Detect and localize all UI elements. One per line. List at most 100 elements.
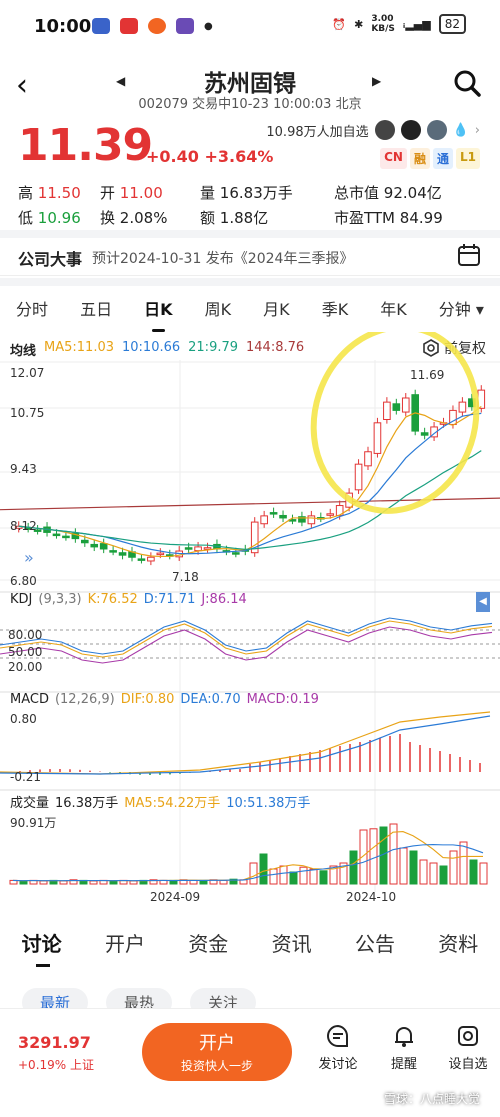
candle-body (156, 552, 165, 556)
app-icon (176, 18, 194, 34)
add-watchlist-button[interactable]: 设自选 (440, 1023, 496, 1072)
volume-bar (129, 880, 138, 885)
volume-bar (19, 880, 28, 885)
tab-quarterly[interactable]: 季K (322, 296, 349, 326)
stat-label: 高 (18, 184, 34, 202)
index-change: +0.19% 上证 (18, 1058, 94, 1072)
post-discussion-button[interactable]: 发讨论 (310, 1023, 366, 1072)
tab-monthly[interactable]: 月K (263, 296, 290, 326)
candle-body (184, 547, 193, 550)
tag-margin: 融 (409, 148, 430, 169)
app-icon (120, 18, 138, 34)
period-tabs: 分时 五日 日K 周K 月K 季K 年K 分钟 ▾ (0, 296, 500, 332)
date-axis-1: 2024-09 (150, 890, 201, 904)
event-title: 公司大事 (18, 250, 83, 269)
chart-grid (0, 360, 500, 892)
open-account-button[interactable]: 开户 投资快人一步 (142, 1023, 292, 1081)
net-speed: 3.00 KB/S (371, 14, 395, 34)
company-event[interactable]: 公司大事 预计2024-10-31 发布《2024年三季报》 (0, 236, 500, 276)
macd-params: (12,26,9) (54, 692, 115, 707)
stock-subtitle: 002079 交易中10-23 10:00:03 北京 (138, 97, 362, 112)
content-tabs: 讨论 开户 资金 资讯 公告 资料 (0, 928, 500, 967)
stat-label: 额 (200, 209, 216, 227)
stat-label: 总市值 (334, 184, 380, 202)
next-stock-icon[interactable]: ▶ (372, 74, 381, 88)
low-label: 7.18 (172, 570, 199, 584)
alert-button[interactable]: 提醒 (376, 1023, 432, 1072)
volume-bar (219, 879, 228, 885)
stat-amount: 1.88亿 (219, 209, 269, 227)
volume-bar (429, 862, 438, 885)
tab-open-account[interactable]: 开户 (105, 928, 145, 957)
candle-body (118, 552, 127, 556)
price-change: +0.40 +3.64% (146, 147, 274, 166)
price-axis-5: 6.80 (10, 574, 37, 588)
volume-bar (249, 862, 258, 885)
tab-daily[interactable]: 日K (144, 296, 173, 332)
stock-header: ‹ ◀ 苏州固锝 ▶ 002079 交易中10-23 10:00:03 北京 (0, 60, 500, 115)
index-value: 3291.97 (18, 1033, 91, 1052)
candle-body (326, 513, 335, 516)
price-axis-4: 8.12 (10, 519, 37, 533)
kdj-axis-80: 80.00 (8, 628, 43, 642)
stat-high: 11.50 (37, 184, 81, 202)
macd-label: MACD (10, 692, 49, 707)
candle-body (458, 401, 467, 413)
volume-bar (439, 865, 448, 885)
high-label: 11.69 (410, 368, 445, 382)
tab-5day[interactable]: 五日 (80, 296, 112, 326)
volume-bar (319, 870, 328, 885)
stat-label: 换 (100, 209, 116, 227)
tab-weekly[interactable]: 周K (205, 296, 232, 326)
volume-bar (479, 862, 488, 885)
candle-body (52, 533, 61, 537)
avatar (374, 120, 395, 140)
app-icon (92, 18, 110, 34)
collapse-icon[interactable]: ◀ (476, 592, 490, 612)
followers-row[interactable]: 10.98万人加自选 💧 › (266, 120, 480, 140)
volume-bar (59, 880, 68, 885)
bell-icon (395, 1027, 413, 1047)
signal-icon: ᵢ▂▄▆ (402, 17, 431, 31)
event-desc: 预计2024-10-31 发布《2024年三季报》 (92, 251, 354, 267)
tab-intraday[interactable]: 分时 (16, 296, 48, 326)
kdj-label: KDJ (10, 592, 33, 607)
current-price: 11.39 (18, 120, 153, 171)
volume-bar (259, 853, 268, 885)
status-bar: 10:00 ● ⏰ ✱ 3.00 KB/S ᵢ▂▄▆ 82 (0, 0, 500, 56)
volume-bar (419, 859, 428, 885)
candle-body (80, 539, 89, 544)
price-axis-2: 10.75 (10, 406, 45, 420)
search-icon[interactable] (452, 68, 482, 98)
candle-body (137, 558, 146, 561)
volume-bar (279, 865, 288, 885)
tab-profile[interactable]: 资料 (438, 928, 478, 957)
stat-open: 11.00 (119, 184, 163, 202)
add-watchlist-label: 设自选 (448, 1057, 488, 1072)
index-quote[interactable]: 3291.97 +0.19% 上证 (18, 1033, 94, 1073)
volume-chart (9, 823, 488, 885)
candle-body (147, 556, 155, 562)
tab-yearly[interactable]: 年K (380, 296, 407, 326)
bluetooth-icon: ✱ (354, 17, 364, 31)
volume-bar (369, 828, 378, 885)
candle-body (307, 515, 316, 525)
tab-minute[interactable]: 分钟 ▾ (439, 296, 484, 326)
expand-icon[interactable]: » (24, 548, 34, 567)
kdj-d: D:71.71 (143, 592, 196, 607)
tab-funds[interactable]: 资金 (188, 928, 228, 957)
kline-chart[interactable] (0, 332, 500, 902)
stat-label: 低 (18, 209, 34, 227)
tab-discussion[interactable]: 讨论 (22, 928, 62, 967)
stat-market-cap: 92.04亿 (383, 184, 442, 202)
alert-label: 提醒 (390, 1057, 417, 1072)
calendar-icon[interactable] (456, 242, 482, 268)
alarm-icon: ⏰ (332, 17, 347, 31)
tab-news[interactable]: 资讯 (272, 928, 312, 957)
tab-announcements[interactable]: 公告 (355, 928, 395, 957)
droplet-icon: 💧 (452, 122, 469, 138)
kdj-axis-20: 20.00 (8, 660, 43, 674)
macd-dif: DIF:0.80 (120, 692, 175, 707)
macd-header: MACD (12,26,9) DIF:0.80 DEA:0.70 MACD:0.… (10, 692, 319, 707)
kdj-j: J:86.14 (201, 592, 247, 607)
